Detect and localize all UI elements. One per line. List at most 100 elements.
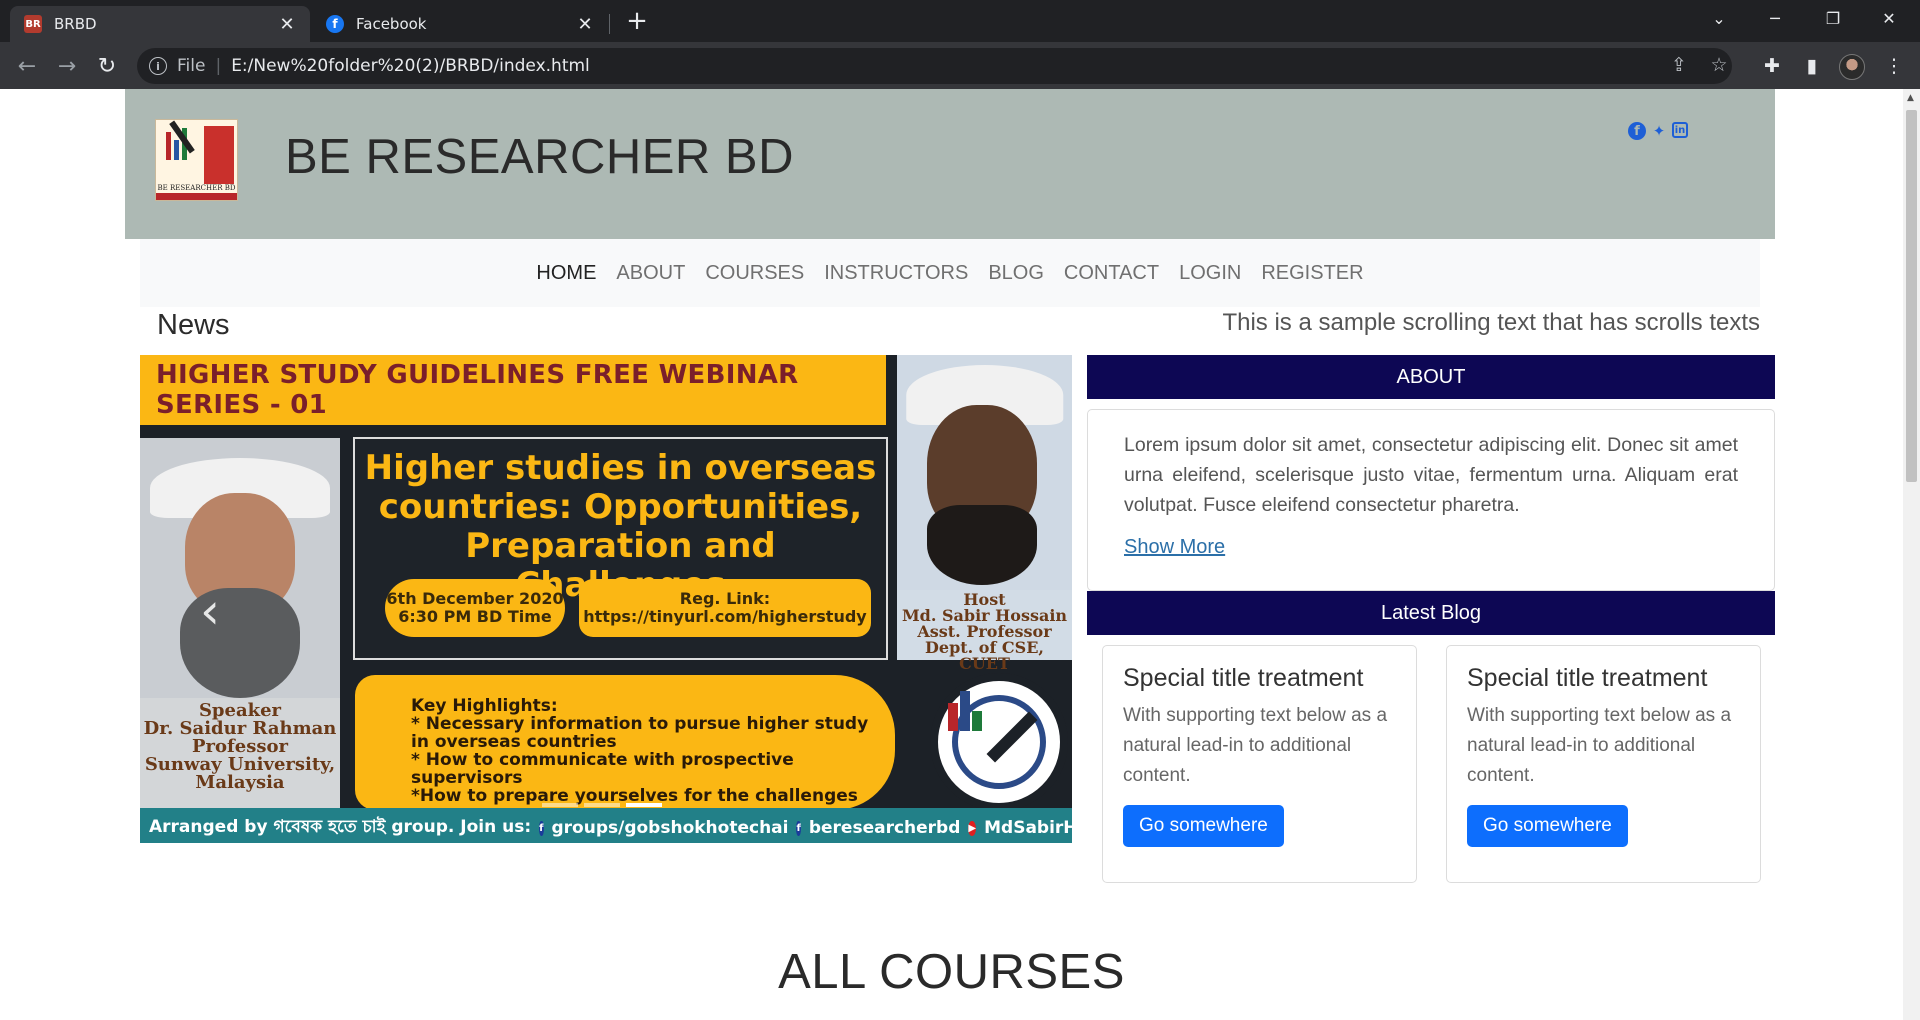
blog-card: Special title treatment With supporting … — [1102, 645, 1417, 883]
extensions-puzzle-icon[interactable]: ✚ — [1758, 53, 1786, 79]
logo-side-panel — [204, 126, 234, 184]
tab-brbd[interactable]: BR BRBD ✕ — [10, 6, 310, 42]
scrollbar-thumb[interactable] — [1906, 110, 1917, 482]
go-somewhere-button[interactable]: Go somewhere — [1123, 805, 1284, 847]
facebook-icon: f — [796, 820, 801, 836]
carousel-slide: HIGHER STUDY GUIDELINES FREE WEBINAR SER… — [140, 355, 1072, 843]
carousel-indicator[interactable] — [584, 803, 620, 807]
about-heading: ABOUT — [1087, 355, 1775, 399]
tab-title: BRBD — [54, 15, 97, 33]
speaker-line: Malaysia — [195, 772, 285, 793]
about-text: Lorem ipsum dolor sit amet, consectetur … — [1124, 434, 1738, 516]
youtube-icon: ▶ — [968, 820, 977, 836]
highlight-line: Key Highlights: — [411, 696, 558, 716]
page-scrollbar[interactable]: ▲ — [1903, 89, 1920, 1020]
tab-title: Facebook — [356, 15, 427, 33]
reload-icon[interactable]: ↻ — [92, 51, 122, 81]
site-brand-title: BE RESEARCHER BD — [285, 130, 795, 184]
nav-blog[interactable]: BLOG — [978, 262, 1054, 285]
share-icon[interactable]: ⇪ — [1667, 54, 1691, 76]
banner-group-logo — [930, 673, 1068, 811]
reg-label: Reg. Link: — [679, 589, 771, 608]
facebook-icon: f — [539, 820, 544, 836]
close-tab-icon[interactable]: ✕ — [576, 14, 594, 35]
nav-register[interactable]: REGISTER — [1251, 262, 1373, 285]
news-label: News — [157, 309, 230, 341]
linkedin-icon[interactable]: in — [1672, 122, 1688, 138]
scroll-up-icon[interactable]: ▲ — [1907, 93, 1914, 103]
nav-contact[interactable]: CONTACT — [1054, 262, 1169, 285]
speaker-caption: Speaker Dr. Saidur Rahman Professor Sunw… — [140, 698, 340, 808]
side-panel-icon[interactable]: ▮ — [1798, 53, 1826, 79]
banner-highlights: Key Highlights: * Necessary information … — [355, 675, 895, 810]
show-more-link[interactable]: Show More — [1124, 536, 1225, 559]
banner-headline-box: Higher studies in overseas countries: Op… — [353, 437, 888, 660]
carousel-prev-icon[interactable]: ‹ — [190, 581, 230, 641]
banner-reg-link: Reg. Link: https://tinyurl.com/higherstu… — [579, 579, 871, 637]
carousel-indicator-active[interactable] — [626, 803, 662, 807]
brbd-favicon-icon: BR — [24, 15, 42, 33]
nav-home[interactable]: HOME — [526, 262, 606, 285]
nav-instructors[interactable]: INSTRUCTORS — [814, 262, 978, 285]
back-arrow-icon[interactable]: ← — [12, 51, 42, 81]
about-card: Lorem ipsum dolor sit amet, consectetur … — [1087, 409, 1775, 591]
carousel-next-icon[interactable]: › — [982, 581, 1022, 641]
profile-avatar[interactable] — [1839, 54, 1865, 80]
nav-login[interactable]: LOGIN — [1169, 262, 1251, 285]
time-line: 6:30 PM BD Time — [398, 607, 552, 626]
headline-line: countries: Opportunities, — [378, 487, 863, 527]
blog-card-title: Special title treatment — [1123, 664, 1364, 692]
highlight-line: * How to communicate with prospective su… — [411, 750, 794, 788]
host-beard — [927, 505, 1037, 585]
address-bar[interactable]: i File | E:/New%20folder%20(2)/BRBD/inde… — [137, 48, 1732, 84]
site-header: BE RESEARCHER BD BE RESEARCHER BD f ✦ in — [125, 89, 1775, 239]
site-logo[interactable]: BE RESEARCHER BD — [155, 119, 238, 201]
carousel-indicators — [542, 803, 662, 807]
banner-link: MdSabirHossain — [984, 818, 1072, 838]
banner-link: beresearcherbd — [808, 818, 961, 838]
bookmark-star-icon[interactable]: ☆ — [1707, 54, 1731, 76]
facebook-icon[interactable]: f — [1628, 122, 1646, 140]
logo-bar — [174, 140, 179, 160]
restore-window-icon[interactable]: ❐ — [1810, 0, 1856, 36]
page-viewport: BE RESEARCHER BD BE RESEARCHER BD f ✦ in… — [0, 89, 1903, 1020]
address-divider: | — [215, 56, 222, 76]
logo-bar — [948, 703, 958, 731]
logo-bar — [960, 691, 970, 731]
main-navbar: HOME ABOUT COURSES INSTRUCTORS BLOG CONT… — [140, 239, 1760, 307]
address-url[interactable]: E:/New%20folder%20(2)/BRBD/index.html — [231, 56, 590, 76]
nav-courses[interactable]: COURSES — [695, 262, 814, 285]
forward-arrow-icon[interactable]: → — [52, 51, 82, 81]
tab-facebook[interactable]: f Facebook ✕ — [312, 6, 608, 42]
social-links: f ✦ in — [1628, 122, 1688, 140]
news-marquee: This is a sample scrolling text that has… — [1222, 309, 1760, 336]
site-info-icon[interactable]: i — [149, 57, 167, 75]
blog-card-title: Special title treatment — [1467, 664, 1708, 692]
browser-tab-bar: BR BRBD ✕ f Facebook ✕ + ⌄ ─ ❐ ✕ — [0, 0, 1920, 42]
tab-search-icon[interactable]: ⌄ — [1696, 0, 1742, 36]
blog-card: Special title treatment With supporting … — [1446, 645, 1761, 883]
speaker-photo — [140, 438, 340, 698]
latest-blog-heading: Latest Blog — [1087, 591, 1775, 635]
host-line: Dept. of CSE, CUET — [925, 638, 1044, 673]
all-courses-heading: ALL COURSES — [778, 945, 1125, 999]
banner-arranged-text: Arranged by গবেষক হতে চাই group. Join us… — [149, 817, 532, 837]
banner-title: HIGHER STUDY GUIDELINES FREE WEBINAR SER… — [140, 355, 886, 425]
carousel-indicator[interactable] — [542, 803, 578, 807]
new-tab-button[interactable]: + — [622, 6, 652, 36]
highlight-line: * Necessary information to pursue higher… — [411, 714, 869, 734]
address-scheme: File — [177, 56, 206, 76]
minimize-window-icon[interactable]: ─ — [1752, 0, 1798, 36]
browser-menu-icon[interactable]: ⋮ — [1880, 53, 1908, 79]
banner-footer: Arranged by গবেষক হতে চাই group. Join us… — [140, 808, 1072, 843]
twitter-icon[interactable]: ✦ — [1650, 122, 1668, 140]
close-tab-icon[interactable]: ✕ — [278, 14, 296, 35]
news-carousel: HIGHER STUDY GUIDELINES FREE WEBINAR SER… — [140, 355, 1072, 843]
go-somewhere-button[interactable]: Go somewhere — [1467, 805, 1628, 847]
logo-bar — [166, 132, 171, 160]
close-window-icon[interactable]: ✕ — [1866, 0, 1912, 36]
highlight-line: in overseas countries — [411, 732, 617, 752]
headline-line: Higher studies in overseas — [364, 448, 877, 488]
nav-about[interactable]: ABOUT — [606, 262, 695, 285]
logo-caption: BE RESEARCHER BD — [157, 184, 236, 192]
